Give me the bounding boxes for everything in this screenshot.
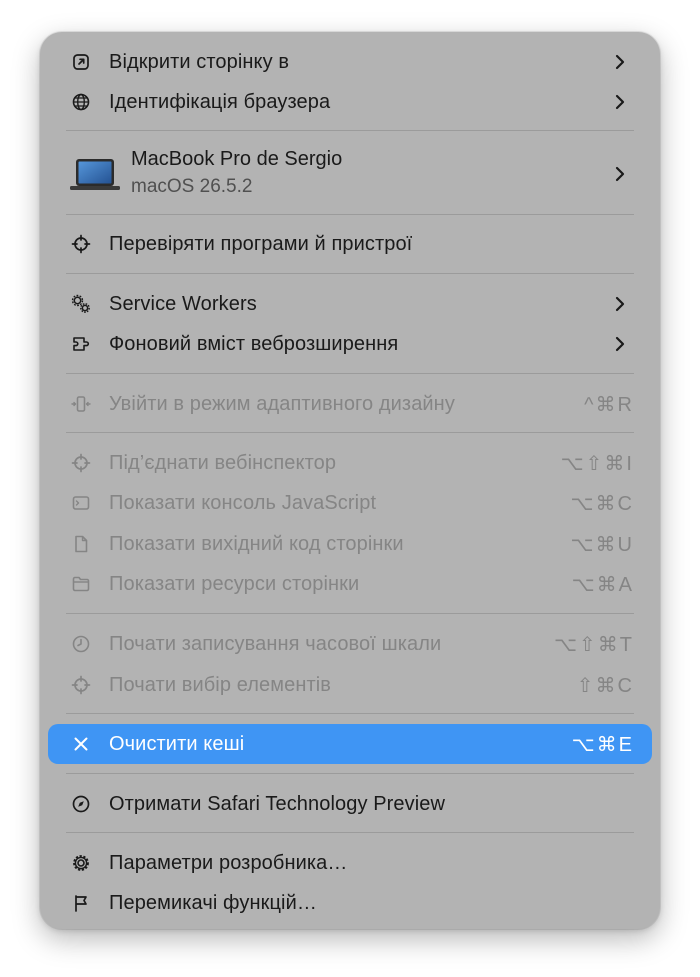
folder-icon: [70, 573, 92, 595]
menu-item-responsive-design[interactable]: Увійти в режим адаптивного дизайну ^⌘R: [48, 384, 652, 424]
gears-icon: [70, 293, 92, 315]
extension-icon: [70, 333, 92, 355]
chevron-right-icon: [615, 336, 625, 352]
menu-item-label: Ідентифікація браузера: [109, 90, 331, 113]
menu-item-label: Відкрити сторінку в: [109, 50, 290, 73]
chevron-right-icon: [615, 54, 625, 70]
keyboard-shortcut: ⌥⇧⌘I: [560, 452, 634, 475]
chevron-right-icon: [615, 166, 625, 182]
menu-item-label: Фоновий вміст веброзширення: [109, 332, 399, 355]
chevron-right-icon: [615, 94, 625, 110]
menu-item-developer-settings[interactable]: Параметри розробника…: [48, 843, 652, 883]
menu-item-page-source[interactable]: Показати вихідний код сторінки ⌥⌘U: [48, 524, 652, 564]
keyboard-shortcut: ⇧⌘C: [576, 674, 634, 697]
separator: [66, 773, 634, 774]
menu-item-open-page-in[interactable]: Відкрити сторінку в: [48, 42, 652, 82]
menu-item-feature-flags[interactable]: Перемикачі функцій…: [48, 883, 652, 923]
menu-item-page-resources[interactable]: Показати ресурси сторінки ⌥⌘A: [48, 564, 652, 604]
menu-item-javascript-console[interactable]: Показати консоль JavaScript ⌥⌘C: [48, 483, 652, 523]
device-os-version: macOS 26.5.2: [131, 176, 253, 197]
menu-item-inspect-apps[interactable]: Перевіряти програми й пристрої: [48, 224, 652, 264]
menu-item-browser-identification[interactable]: Ідентифікація браузера: [48, 82, 652, 122]
separator: [66, 373, 634, 374]
menu-item-label: Під’єднати вебінспектор: [109, 451, 337, 474]
flag-icon: [70, 892, 92, 914]
menu-item-label: Почати вибір елементів: [109, 673, 332, 696]
laptop-icon: [70, 159, 120, 190]
menu-item-extension-background[interactable]: Фоновий вміст веброзширення: [48, 324, 652, 364]
menu-item-label: Отримати Safari Technology Preview: [109, 792, 446, 815]
crosshair-icon: [70, 233, 92, 255]
responsive-icon: [70, 393, 92, 415]
menu-item-label: Показати консоль JavaScript: [109, 491, 377, 514]
menu-item-service-workers[interactable]: Service Workers: [48, 284, 652, 324]
keyboard-shortcut: ⌥⌘U: [570, 533, 634, 556]
document-icon: [70, 533, 92, 555]
globe-icon: [70, 91, 92, 113]
menu-item-label: Показати ресурси сторінки: [109, 572, 360, 595]
keyboard-shortcut: ⌥⇧⌘T: [553, 633, 634, 656]
crosshair-icon: [70, 674, 92, 696]
terminal-icon: [70, 492, 92, 514]
chevron-right-icon: [615, 296, 625, 312]
separator: [66, 613, 634, 614]
separator: [66, 130, 634, 131]
menu-item-label: Перевіряти програми й пристрої: [109, 232, 413, 255]
keyboard-shortcut: ^⌘R: [584, 393, 634, 416]
separator: [66, 832, 634, 833]
develop-menu: Відкрити сторінку в Ідентифікація браузе…: [40, 32, 660, 929]
menu-item-label: Очистити кеші: [109, 732, 245, 755]
close-icon: [70, 733, 92, 755]
menu-item-label: Перемикачі функцій…: [109, 891, 317, 914]
menu-item-clear-caches[interactable]: Очистити кеші ⌥⌘E: [48, 724, 652, 764]
clock-icon: [70, 633, 92, 655]
separator: [66, 713, 634, 714]
menu-item-label: Service Workers: [109, 292, 257, 315]
menu-item-label: Параметри розробника…: [109, 851, 348, 874]
menu-item-label: Увійти в режим адаптивного дизайну: [109, 392, 455, 415]
compass-icon: [70, 793, 92, 815]
crosshair-icon: [70, 452, 92, 474]
menu-item-safari-technology-preview[interactable]: Отримати Safari Technology Preview: [48, 784, 652, 824]
menu-item-element-selection[interactable]: Почати вибір елементів ⇧⌘C: [48, 665, 652, 705]
menu-item-label: Почати записування часової шкали: [109, 632, 442, 655]
keyboard-shortcut: ⌥⌘C: [570, 492, 634, 515]
menu-item-connect-web-inspector[interactable]: Під’єднати вебінспектор ⌥⇧⌘I: [48, 443, 652, 483]
gear-icon: [70, 852, 92, 874]
menu-item-timeline-recording[interactable]: Почати записування часової шкали ⌥⇧⌘T: [48, 624, 652, 664]
separator: [66, 273, 634, 274]
device-name: MacBook Pro de Sergio: [131, 148, 343, 170]
keyboard-shortcut: ⌥⌘E: [571, 733, 634, 756]
separator: [66, 214, 634, 215]
separator: [66, 432, 634, 433]
keyboard-shortcut: ⌥⌘A: [571, 573, 634, 596]
open-external-icon: [70, 51, 92, 73]
menu-item-label: Показати вихідний код сторінки: [109, 532, 404, 555]
menu-item-device[interactable]: MacBook Pro de Sergio macOS 26.5.2: [48, 142, 652, 206]
